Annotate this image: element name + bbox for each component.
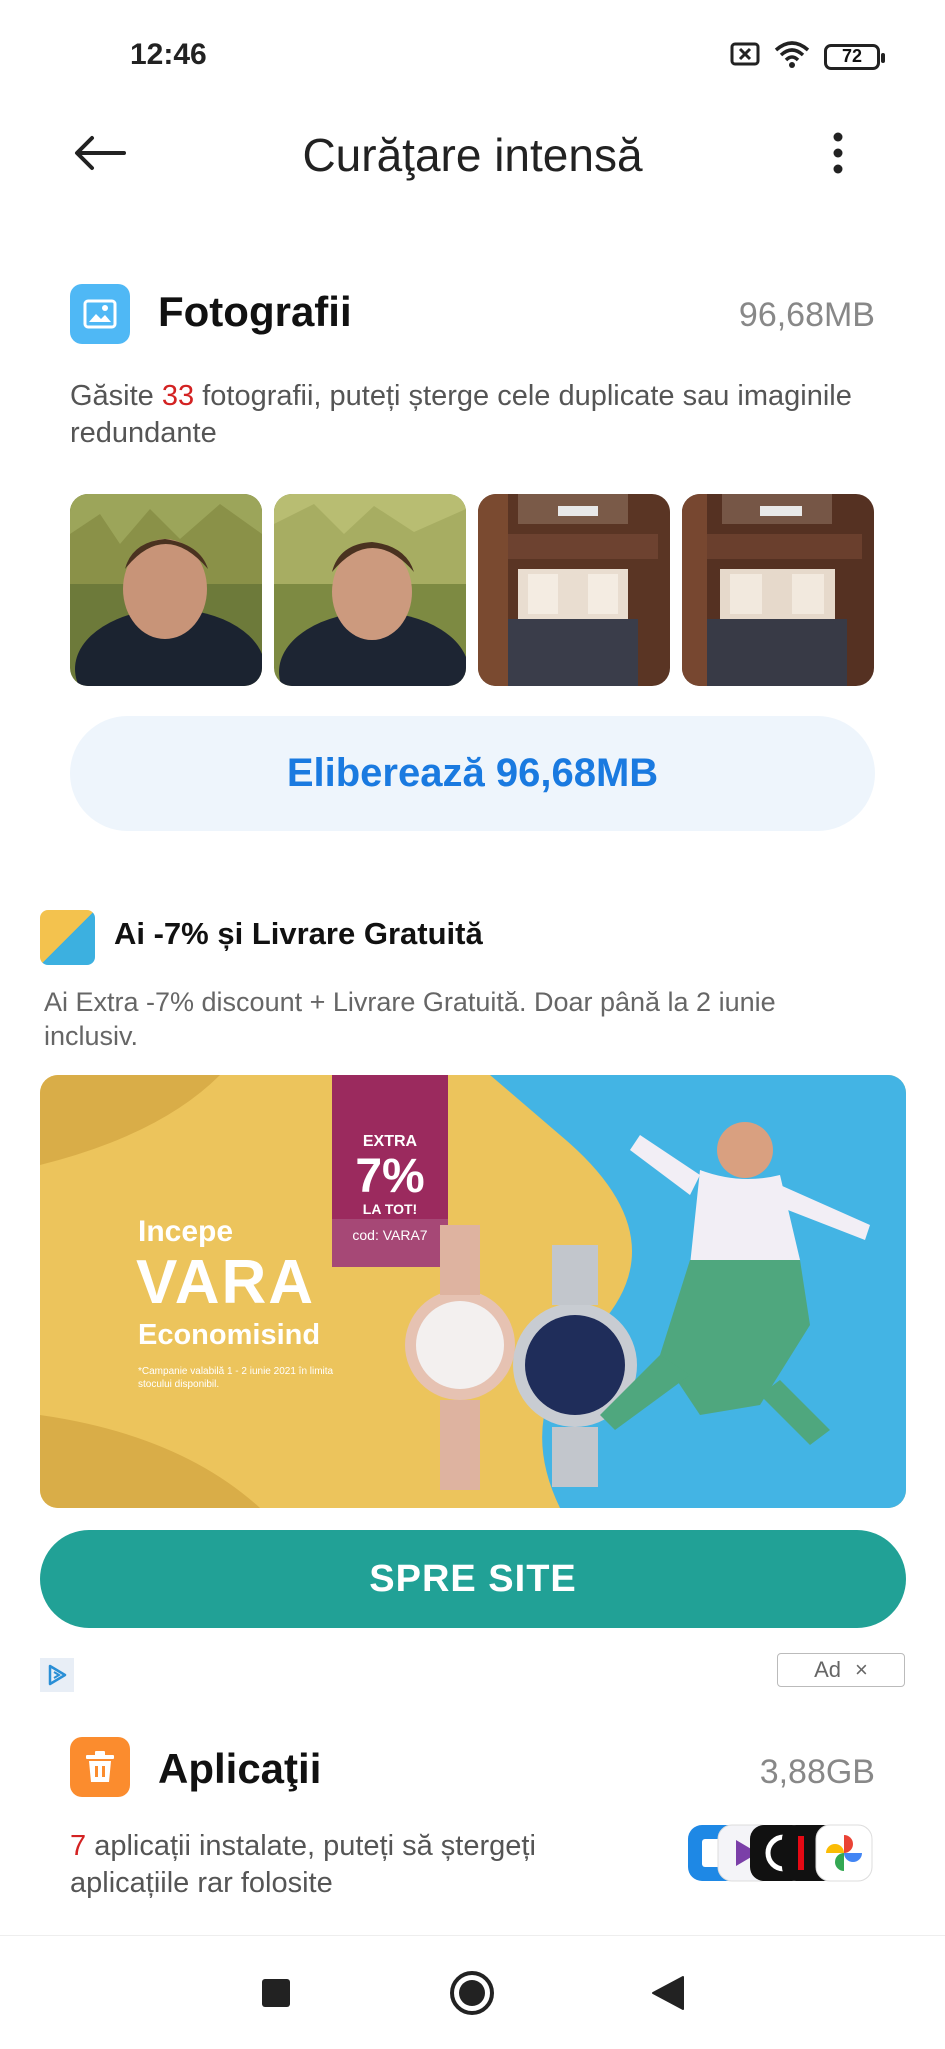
adchoices-icon[interactable]	[40, 1658, 74, 1692]
status-time: 12:46	[130, 38, 207, 71]
ad-tag-label: Ad	[814, 1657, 842, 1682]
photos-description: Găsite 33 fotografii, puteți șterge cele…	[70, 378, 870, 452]
ad-app-icon	[40, 910, 95, 965]
ad-label-close[interactable]: Ad ×	[777, 1653, 905, 1687]
wifi-icon	[774, 40, 810, 73]
apps-trash-icon	[70, 1737, 130, 1797]
app-icons-stack	[688, 1822, 874, 1884]
photos-count: 33	[161, 380, 195, 412]
ad-title: Ai -7% și Livrare Gratuită	[114, 916, 483, 951]
home-button[interactable]	[442, 1965, 502, 2025]
ad-banner[interactable]: Incepe VARA Economisind *Campanie valabi…	[40, 1075, 906, 1508]
apps-title: Aplicaţii	[158, 1745, 322, 1792]
more-vertical-icon	[832, 131, 844, 180]
status-icons: 72	[730, 40, 885, 73]
banner-code: cod: VARA7	[352, 1227, 428, 1243]
banner-line2: VARA	[136, 1248, 316, 1317]
more-options-button[interactable]	[808, 120, 868, 190]
circle-home-icon	[448, 1969, 496, 2022]
apps-desc-suffix: aplicații instalate, puteți să ștergeți …	[70, 1830, 536, 1899]
banner-fine-print: *Campanie valabilă 1 - 2 iunie 2021 în l…	[138, 1366, 334, 1390]
free-space-button[interactable]: Eliberează 96,68MB	[70, 716, 875, 831]
notification-muted-icon	[730, 42, 760, 71]
page-title: Curăţare intensă	[302, 129, 643, 181]
photos-title: Fotografii	[158, 288, 352, 335]
apps-size: 3,88GB	[759, 1753, 875, 1791]
recents-button[interactable]	[246, 1965, 306, 2025]
triangle-back-icon	[651, 1975, 685, 2016]
square-recents-icon	[261, 1978, 291, 2013]
go-to-site-button[interactable]: SPRE SITE	[40, 1530, 906, 1628]
photo-thumbnail-1[interactable]	[70, 494, 262, 686]
photo-thumbnail-2[interactable]	[274, 494, 466, 686]
banner-badge-pct: 7%	[355, 1150, 425, 1203]
photos-size: 96,68MB	[738, 296, 875, 334]
battery-indicator: 72	[824, 43, 885, 70]
banner-line3: Economisind	[138, 1319, 321, 1351]
apps-count: 7	[70, 1830, 87, 1862]
close-ad-icon[interactable]: ×	[855, 1657, 868, 1683]
photos-icon	[70, 284, 130, 344]
photos-desc-prefix: Găsite	[70, 380, 162, 412]
photo-thumbnail-3[interactable]	[478, 494, 670, 686]
banner-badge-bottom: LA TOT!	[362, 1201, 418, 1217]
ad-description: Ai Extra -7% discount + Livrare Gratuită…	[44, 987, 776, 1051]
back-nav-button[interactable]	[638, 1965, 698, 2025]
photo-thumbnail-4[interactable]	[682, 494, 874, 686]
banner-line1: Incepe	[138, 1215, 234, 1248]
apps-description: 7 aplicații instalate, puteți să ștergeț…	[70, 1828, 630, 1902]
